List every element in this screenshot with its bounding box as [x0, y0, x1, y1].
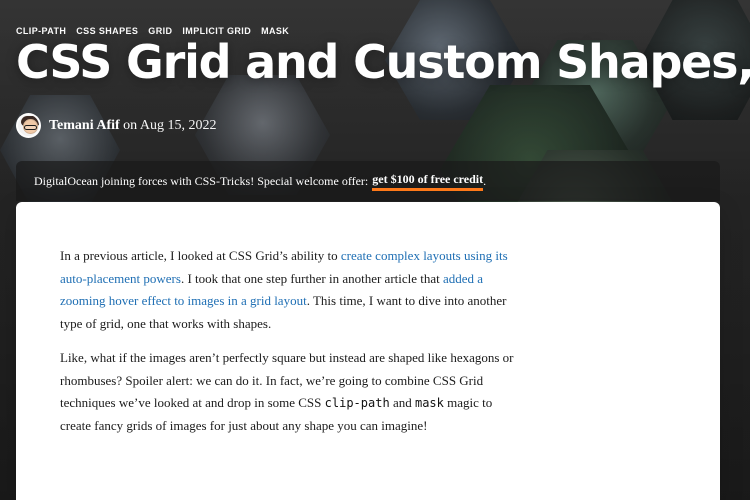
promo-credit-link[interactable]: get $100 of free credit [372, 172, 484, 191]
promo-banner: DigitalOcean joining forces with CSS-Tri… [16, 161, 720, 201]
code-mask: mask [414, 396, 444, 410]
p1-text-1: In a previous article, I looked at CSS G… [60, 248, 341, 263]
article-content: In a previous article, I looked at CSS G… [60, 245, 515, 449]
p2-text-2: and [389, 395, 415, 410]
byline-on: on [123, 117, 138, 133]
code-clip-path: clip-path [324, 396, 390, 410]
article-paragraph-1: In a previous article, I looked at CSS G… [60, 245, 515, 335]
p1-text-2: . I took that one step further in anothe… [180, 270, 444, 286]
author-link[interactable]: Temani Afif [49, 118, 120, 133]
user-avatar-icon [16, 113, 41, 138]
byline: Temani Afif on Aug 15, 2022 [16, 113, 217, 138]
page: CLIP-PATH CSS SHAPES GRID IMPLICIT GRID … [0, 0, 750, 500]
page-title: CSS Grid and Custom Shapes, Part 1 [16, 35, 750, 89]
byline-text: Temani Afif on Aug 15, 2022 [49, 118, 217, 134]
article-card: In a previous article, I looked at CSS G… [16, 202, 720, 500]
post-date: Aug 15, 2022 [139, 117, 217, 133]
promo-text: DigitalOcean joining forces with CSS-Tri… [34, 173, 369, 188]
article-paragraph-2: Like, what if the images aren’t perfectl… [60, 347, 515, 437]
avatar-glasses [24, 125, 37, 130]
promo-suffix: . [483, 173, 487, 188]
